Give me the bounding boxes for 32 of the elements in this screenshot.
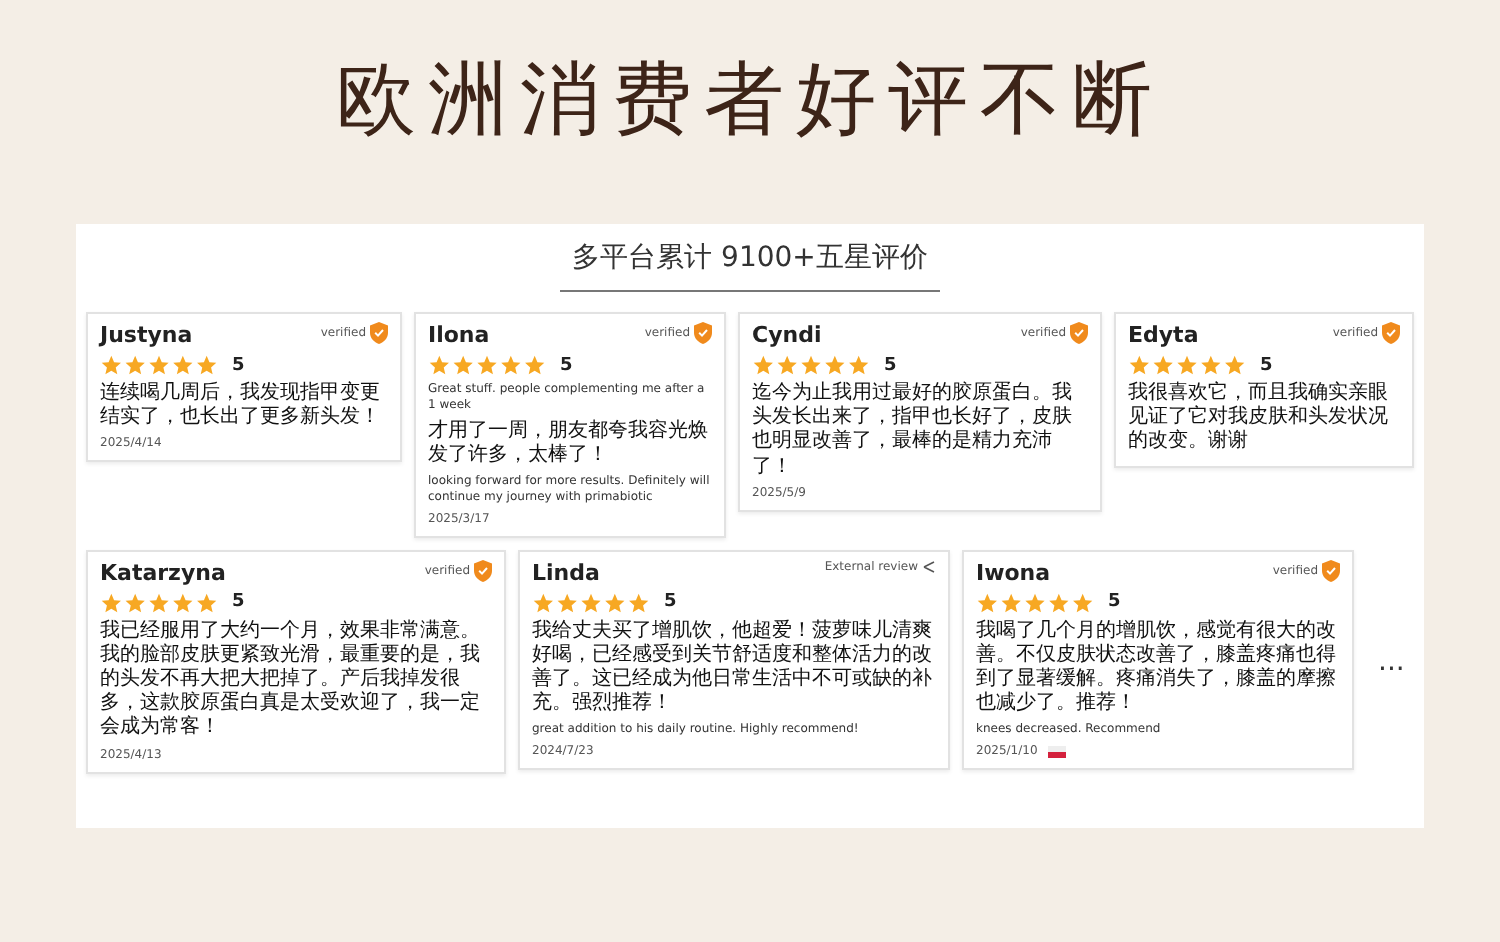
review-text: 我已经服用了大约一个月，效果非常满意。我的脸部皮肤更紧致光滑，最重要的是，我的头发不再大把大把掉了。产后我掉发很多，这款胶原蛋白真是太受欢迎了，我一定会成为常客！ [100, 619, 482, 741]
verified-shield-icon [474, 559, 492, 582]
reviewer-name: Cyndi [752, 322, 822, 348]
reviewer-name: Linda [532, 559, 600, 586]
rating-number: 5 [664, 592, 677, 613]
review-text: 我喝了几个月的增肌饮，感觉有很大的改善。不仅皮肤状态改善了，膝盖疼痛也得到了显著缓解。疼痛消失了，膝盖的摩擦也减少了。推荐！ [976, 619, 1338, 717]
reviewer-name: Iwona [976, 559, 1051, 586]
verified-shield-icon [370, 322, 388, 344]
rating-number: 5 [1260, 355, 1273, 375]
rating-number: 5 [232, 355, 245, 375]
review-text: 连续喝几周后，我发现指甲变更结实了，也长出了更多新头发！ [100, 382, 382, 431]
share-icon[interactable] [922, 559, 936, 574]
verified-shield-icon [1382, 322, 1400, 344]
verified-shield-icon [1070, 322, 1088, 344]
banner-title: 欧洲消费者好评不断 [336, 52, 1164, 150]
reviewer-name: Justyna [100, 322, 193, 348]
more-button[interactable]: ... [1378, 645, 1405, 678]
reviewer-name: Ilona [428, 322, 490, 348]
reviewer-name: Edyta [1128, 322, 1199, 348]
rating-number: 5 [560, 355, 573, 375]
panel-heading: 多平台累计 9100+五星评价 [560, 240, 940, 292]
review-text: 迄今为止我用过最好的胶原蛋白。我头发长出来了，指甲也长好了，皮肤也明显改善了，最棒的是精力充沛了！ [752, 382, 1074, 480]
review-text: 才用了一周，朋友都夸我容光焕发了许多，太棒了！ [428, 419, 710, 468]
rating-number: 5 [884, 355, 897, 375]
review-text: 我很喜欢它，而且我确实亲眼见证了它对我皮肤和头发状况的改变。谢谢 [1128, 382, 1390, 456]
review-text: 我给丈夫买了增肌饮，他超爱！菠萝味儿清爽好喝，已经感受到关节舒适度和整体活力的改善了。这已经成为他日常生活中不可或缺的补充。强烈推荐！ [532, 619, 934, 717]
reviewer-name: Katarzyna [100, 559, 226, 586]
verified-shield-icon [694, 322, 712, 344]
flag-icon [1047, 745, 1066, 758]
verified-shield-icon [1322, 559, 1340, 582]
rating-number: 5 [1108, 592, 1121, 613]
rating-number: 5 [232, 592, 245, 613]
